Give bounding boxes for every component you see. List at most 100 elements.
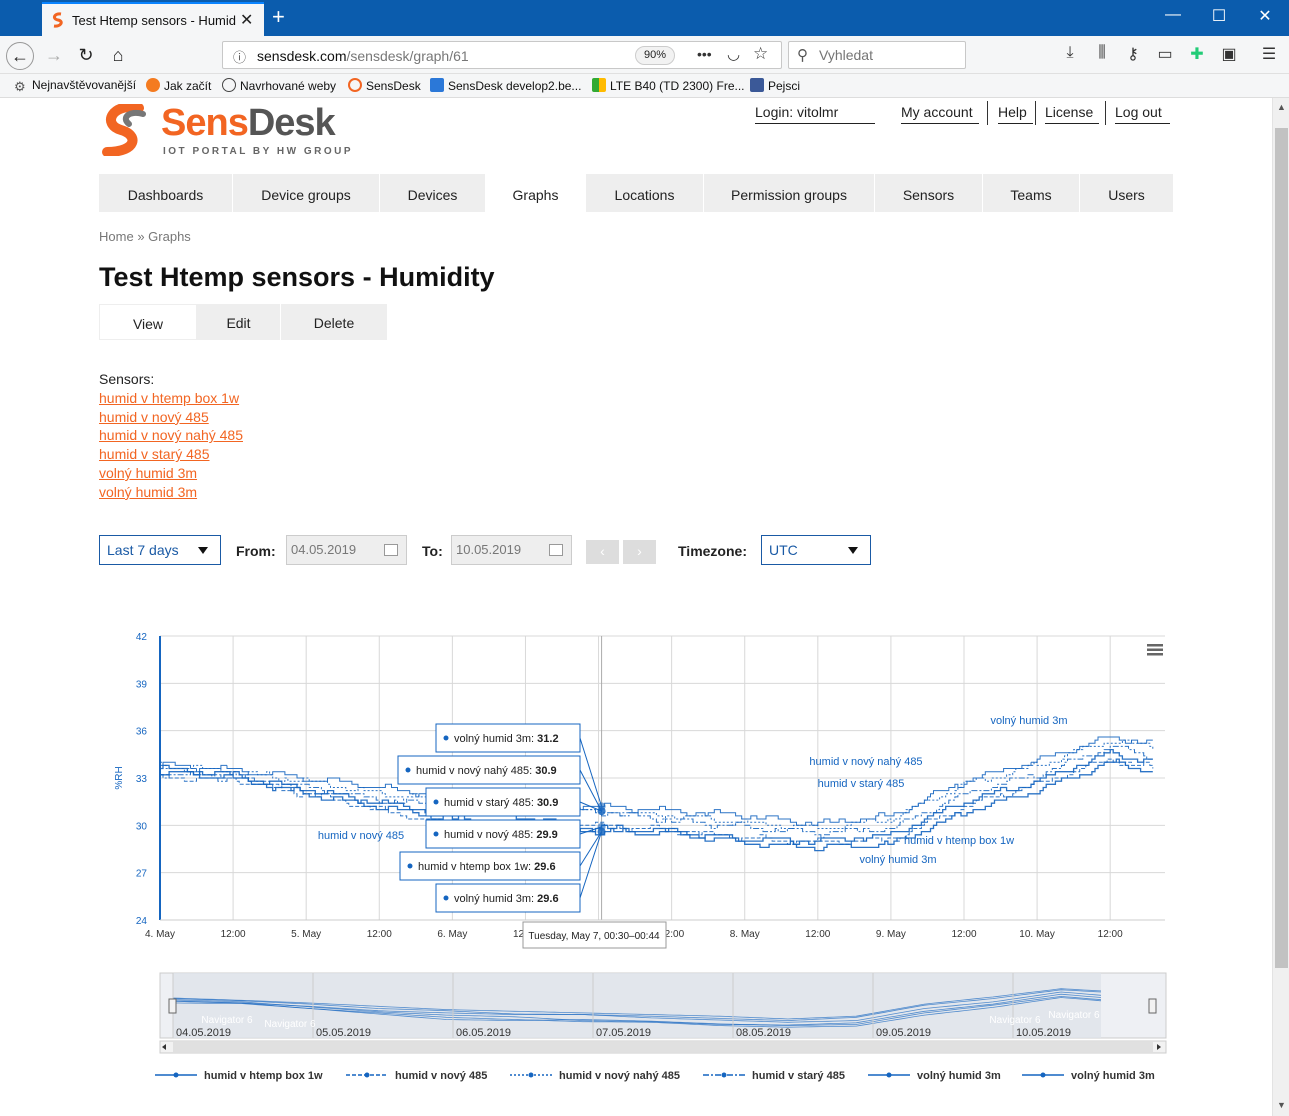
- search-input[interactable]: [819, 47, 959, 63]
- minimize-icon[interactable]: —: [1150, 6, 1196, 24]
- back-icon[interactable]: ←: [6, 42, 34, 70]
- legend-item[interactable]: volný humid 3m: [917, 1070, 1001, 1082]
- search-icon: ⚲: [797, 47, 808, 64]
- tooltip-value: 30.9: [537, 797, 558, 809]
- bookmark-item[interactable]: Jak začít: [146, 78, 211, 93]
- library-icon[interactable]: ⫼: [1091, 44, 1113, 62]
- legend-marker[interactable]: [1040, 1072, 1046, 1078]
- bookmark-item[interactable]: LTE B40 (TD 2300) Fre...: [592, 78, 745, 93]
- navigator-date: 09.05.2019: [876, 1027, 931, 1039]
- tooltip-bullet: [433, 799, 439, 805]
- navigator-date: 05.05.2019: [316, 1027, 371, 1039]
- scrollbar-thumb[interactable]: [1275, 128, 1288, 968]
- x-tick-label: 5. May: [291, 929, 321, 940]
- window-close-icon[interactable]: ✕: [1242, 6, 1288, 26]
- navigator-date: 10.05.2019: [1016, 1027, 1071, 1039]
- zoom-badge[interactable]: 90%: [635, 46, 675, 65]
- legend-marker[interactable]: [528, 1072, 534, 1078]
- close-tab-icon[interactable]: ✕: [240, 10, 253, 30]
- navigator-scroll-thumb[interactable]: [173, 1042, 1153, 1052]
- url-text: sensdesk.com/sensdesk/graph/61: [257, 48, 469, 64]
- navigator-left-handle[interactable]: [168, 998, 177, 1014]
- tooltip-bullet: [443, 895, 449, 901]
- x-tick-label: 6. May: [437, 929, 467, 940]
- pocket-icon[interactable]: ◡: [727, 45, 740, 63]
- legend-marker[interactable]: [886, 1072, 892, 1078]
- maximize-icon[interactable]: ☐: [1196, 6, 1242, 26]
- scroll-down-icon[interactable]: ▼: [1277, 1100, 1286, 1110]
- legend-item[interactable]: humid v nový nahý 485: [559, 1070, 680, 1082]
- downloads-icon[interactable]: ⤓: [1059, 44, 1081, 62]
- chart-menu-icon[interactable]: [1147, 644, 1163, 656]
- tooltip-value: 29.6: [534, 861, 555, 873]
- browser-toolbar: ← → ↻ ⌂ ⓘ sensdesk.com/sensdesk/graph/61…: [0, 36, 1289, 74]
- tooltip-bullet: [443, 735, 449, 741]
- x-tick-label: 4. May: [145, 929, 175, 940]
- legend-marker[interactable]: [173, 1072, 179, 1078]
- humidity-chart[interactable]: 24 27 30 33 36 39 42 %RH 4. May 12:00 5. May 12:00…: [0, 98, 1272, 1116]
- document-icon: [430, 78, 444, 92]
- search-box[interactable]: ⚲: [788, 41, 966, 69]
- menu-icon[interactable]: ☰: [1258, 44, 1280, 64]
- y-tick-label: 36: [136, 727, 148, 738]
- navigator-date: 04.05.2019: [176, 1027, 231, 1039]
- bookmark-item[interactable]: Navrhované weby: [222, 78, 336, 93]
- page-actions-icon[interactable]: •••: [697, 46, 712, 62]
- x-tick-label: 12:00: [951, 929, 976, 940]
- tooltip-value: 30.9: [535, 765, 556, 777]
- tab-title: Test Htemp sensors - Humidity: [72, 13, 236, 28]
- scroll-up-icon[interactable]: ▲: [1277, 102, 1286, 112]
- series-label: humid v nový 485: [318, 830, 404, 842]
- hover-point: [597, 827, 606, 836]
- browser-title-bar: Test Htemp sensors - Humidity ✕ + — ☐ ✕: [0, 0, 1289, 36]
- tooltip-row: humid v htemp box 1w: 29.6: [418, 861, 556, 873]
- navigator-right-handle[interactable]: [1148, 998, 1157, 1014]
- navigator-date: 08.05.2019: [736, 1027, 791, 1039]
- key-icon[interactable]: ⚷: [1122, 44, 1144, 64]
- navigator-series-label: Navigator 6: [989, 1015, 1041, 1026]
- info-icon[interactable]: ⓘ: [233, 47, 246, 66]
- tooltip-row: humid v nový nahý 485: 30.9: [416, 765, 557, 777]
- bookmark-item[interactable]: SensDesk: [348, 78, 421, 93]
- reload-icon[interactable]: ↻: [72, 42, 100, 70]
- y-axis-label: %RH: [114, 766, 125, 789]
- x-tick-label: 9. May: [876, 929, 906, 940]
- legend-item[interactable]: volný humid 3m: [1071, 1070, 1155, 1082]
- legend-marker[interactable]: [364, 1072, 370, 1078]
- bookmark-item[interactable]: ⚙ Nejnavštěvovanější: [14, 78, 136, 94]
- tooltip-row: humid v nový 485: 29.9: [444, 829, 558, 841]
- navigator-date: 07.05.2019: [596, 1027, 651, 1039]
- tooltip-value: 29.6: [537, 893, 558, 905]
- url-bar[interactable]: ⓘ sensdesk.com/sensdesk/graph/61 90% •••…: [222, 41, 782, 69]
- forward-icon[interactable]: →: [40, 42, 68, 70]
- navigator-series-label: Navigator 6: [1048, 1010, 1100, 1021]
- facebook-icon: [750, 78, 764, 92]
- bookmark-star-icon[interactable]: ☆: [753, 44, 768, 64]
- browser-tab[interactable]: Test Htemp sensors - Humidity ✕: [42, 2, 264, 36]
- page-content: SensDesk IOT PORTAL BY HW GROUP Login: v…: [0, 98, 1272, 1116]
- extension-icon[interactable]: ✚: [1186, 44, 1208, 64]
- new-tab-icon[interactable]: +: [272, 4, 285, 30]
- legend-item[interactable]: humid v htemp box 1w: [204, 1070, 323, 1082]
- bookmark-item[interactable]: SensDesk develop2.be...: [430, 78, 581, 93]
- home-icon[interactable]: ⌂: [104, 42, 132, 70]
- sensdesk-favicon-icon: [52, 12, 63, 28]
- selenium-icon[interactable]: ▣: [1218, 44, 1240, 64]
- x-tick-label: 10. May: [1019, 929, 1055, 940]
- x-tick-label: 12:00: [1098, 929, 1123, 940]
- tooltip-bullet: [405, 767, 411, 773]
- sidebar-icon[interactable]: ▭: [1154, 44, 1176, 64]
- navigator-date: 06.05.2019: [456, 1027, 511, 1039]
- gear-icon: ⚙: [14, 79, 26, 94]
- tooltip-value: 29.9: [536, 829, 557, 841]
- tooltip-row: humid v starý 485: 30.9: [444, 797, 558, 809]
- globe-icon: [222, 78, 236, 92]
- bookmark-item[interactable]: Pejsci: [750, 78, 800, 93]
- y-tick-label: 39: [136, 679, 148, 690]
- legend-marker[interactable]: [721, 1072, 727, 1078]
- sensdesk-icon: [348, 78, 362, 92]
- legend-item[interactable]: humid v nový 485: [395, 1070, 487, 1082]
- series-line: [160, 736, 1153, 826]
- legend-item[interactable]: humid v starý 485: [752, 1070, 845, 1082]
- page-scrollbar[interactable]: ▲ ▼: [1272, 98, 1289, 1116]
